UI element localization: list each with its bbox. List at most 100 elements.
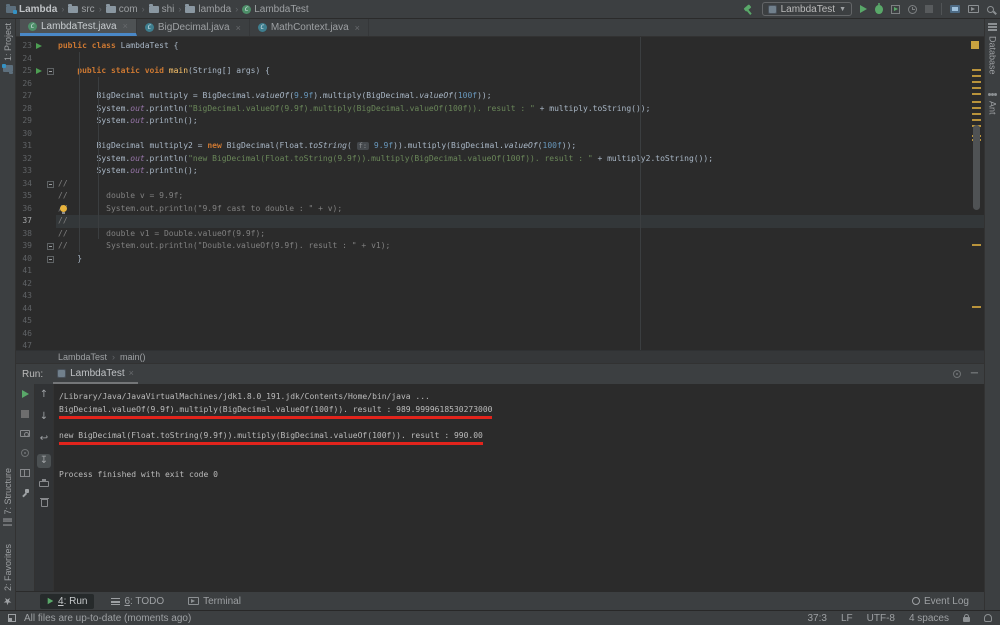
gear-icon[interactable] (953, 370, 961, 378)
line-number[interactable]: 23 (16, 40, 34, 53)
line-number[interactable]: 37 (16, 215, 34, 228)
line-number[interactable]: 47 (16, 340, 34, 350)
up-stack-trace-button[interactable]: ↑ (40, 390, 48, 400)
code-line[interactable]: 35// double v = 9.9f; (16, 190, 984, 203)
code-line[interactable]: 45 (16, 315, 984, 328)
warning-mark[interactable] (972, 244, 981, 246)
line-number[interactable]: 29 (16, 115, 34, 128)
line-number[interactable]: 43 (16, 290, 34, 303)
warning-mark[interactable] (972, 107, 981, 109)
code-line[interactable]: 42 (16, 278, 984, 291)
breadcrumb-method[interactable]: main() (120, 352, 146, 362)
toolwindow-toggle-icon[interactable] (8, 614, 16, 622)
toolwindow-button-event-log[interactable]: Event Log (905, 594, 976, 609)
warning-mark[interactable] (972, 119, 981, 121)
line-number[interactable]: 39 (16, 240, 34, 253)
rerun-button[interactable] (22, 390, 29, 398)
code-line[interactable]: 23public class LambdaTest { (16, 40, 984, 53)
inspection-indicator[interactable] (971, 41, 979, 49)
code-line[interactable]: 28 System.out.println("BigDecimal.valueO… (16, 103, 984, 116)
caret-position[interactable]: 37:3 (807, 613, 826, 624)
restore-layout-button[interactable] (20, 469, 30, 477)
toolwindow-button-ant[interactable]: Ant (988, 93, 998, 115)
soft-wrap-button[interactable]: ↩ (40, 434, 48, 444)
code-line[interactable]: 37// (16, 215, 984, 228)
fold-marker[interactable] (45, 65, 56, 78)
stop-button[interactable] (21, 410, 29, 418)
code-line[interactable]: 24 (16, 53, 984, 66)
line-number[interactable]: 36 (16, 203, 34, 216)
lock-icon[interactable] (963, 617, 970, 622)
line-number[interactable]: 28 (16, 103, 34, 116)
breadcrumb-item-class[interactable]: LambdaTest (242, 4, 308, 15)
fold-marker[interactable] (45, 178, 56, 191)
code-line[interactable]: 30 (16, 128, 984, 141)
breadcrumb-class[interactable]: LambdaTest (58, 352, 107, 362)
line-number[interactable]: 35 (16, 190, 34, 203)
toolwindow-button-structure[interactable]: 7: Structure (3, 468, 13, 526)
run-with-coverage-button[interactable] (891, 5, 900, 14)
tab-lambdatest-java[interactable]: LambdaTest.java× (20, 19, 137, 36)
close-icon[interactable]: × (129, 368, 134, 378)
search-everywhere-button[interactable] (987, 6, 994, 13)
toolwindow-button-favorites[interactable]: ★2: Favorites (3, 544, 13, 606)
line-number[interactable]: 34 (16, 178, 34, 191)
line-number[interactable]: 45 (16, 315, 34, 328)
code-line[interactable]: 32 System.out.println("new BigDecimal(Fl… (16, 153, 984, 166)
code-line[interactable]: 47 (16, 340, 984, 350)
close-icon[interactable]: × (236, 23, 241, 33)
line-number[interactable]: 41 (16, 265, 34, 278)
clear-console-button[interactable] (41, 499, 48, 507)
hide-panel-button[interactable]: ─ (971, 369, 978, 379)
breadcrumb-item-lambda[interactable]: lambda (185, 4, 231, 15)
run-configuration-select[interactable]: LambdaTest▼ (762, 2, 852, 16)
line-number[interactable]: 44 (16, 303, 34, 316)
code-line[interactable]: 33 System.out.println(); (16, 165, 984, 178)
warning-mark[interactable] (972, 113, 981, 115)
line-number[interactable]: 27 (16, 90, 34, 103)
file-encoding[interactable]: UTF-8 (867, 613, 895, 624)
code-line[interactable]: 44 (16, 303, 984, 316)
thread-dump-button[interactable] (20, 430, 30, 437)
close-icon[interactable]: × (355, 23, 360, 33)
breadcrumb-item-shi[interactable]: shi (149, 4, 175, 15)
warning-mark[interactable] (972, 87, 981, 89)
indent-setting[interactable]: 4 spaces (909, 613, 949, 624)
warning-mark[interactable] (972, 81, 981, 83)
code-line[interactable]: 36// System.out.println("9.9f cast to do… (16, 203, 984, 216)
warning-mark[interactable] (972, 75, 981, 77)
line-number[interactable]: 31 (16, 140, 34, 153)
code-line[interactable]: 39// System.out.println("Double.valueOf(… (16, 240, 984, 253)
code-line[interactable]: 26 (16, 78, 984, 91)
breadcrumb-item-com[interactable]: com (106, 4, 138, 15)
line-number[interactable]: 42 (16, 278, 34, 291)
line-number[interactable]: 24 (16, 53, 34, 66)
code-line[interactable]: 29 System.out.println(); (16, 115, 984, 128)
settings-icon[interactable] (21, 449, 29, 457)
editor-scrollbar[interactable] (973, 125, 980, 210)
run-button[interactable] (860, 5, 867, 13)
fold-marker[interactable] (45, 253, 56, 266)
stop-button[interactable] (925, 5, 933, 13)
code-line[interactable]: 38// double v1 = Double.valueOf(9.9f); (16, 228, 984, 241)
code-line[interactable]: 25 public static void main(String[] args… (16, 65, 984, 78)
warning-mark[interactable] (972, 69, 981, 71)
toolwindow-button-todo[interactable]: 6: TODO (104, 594, 171, 609)
line-number[interactable]: 32 (16, 153, 34, 166)
inspection-profile-icon[interactable] (984, 614, 992, 622)
tab-bigdecimal-java[interactable]: BigDecimal.java× (137, 19, 250, 36)
run-line-button[interactable] (34, 65, 45, 78)
line-number[interactable]: 46 (16, 328, 34, 341)
code-line[interactable]: 34// (16, 178, 984, 191)
down-stack-trace-button[interactable]: ↓ (40, 412, 48, 422)
console-output[interactable]: /Library/Java/JavaVirtualMachines/jdk1.8… (54, 384, 984, 591)
toolwindow-button-project[interactable]: 1: Project (3, 23, 13, 72)
line-number[interactable]: 26 (16, 78, 34, 91)
preview-button[interactable] (968, 5, 979, 13)
line-number[interactable]: 25 (16, 65, 34, 78)
code-line[interactable]: 27 BigDecimal multiply = BigDecimal.valu… (16, 90, 984, 103)
toolwindow-button-run[interactable]: 4: Run (40, 594, 94, 609)
line-separator[interactable]: LF (841, 613, 853, 624)
build-project-button[interactable] (743, 4, 754, 15)
debug-button[interactable] (875, 5, 883, 14)
